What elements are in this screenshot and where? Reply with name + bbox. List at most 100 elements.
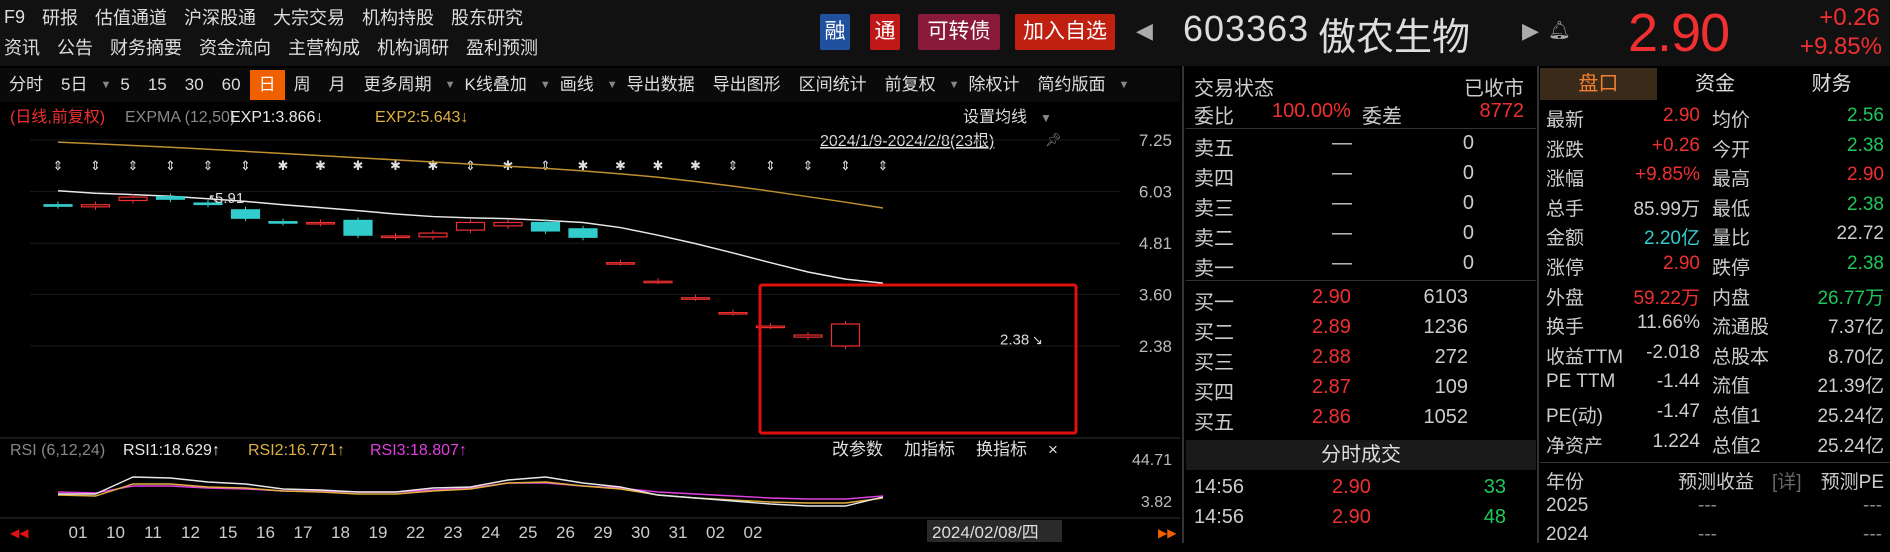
event-marker-icon[interactable]: ⇕ [53, 158, 64, 173]
nav-item[interactable]: 机构持股 [362, 4, 434, 30]
orderbook-row[interactable]: 14:56 2.90 48 [1194, 504, 1534, 534]
orderbook-row[interactable]: 买三 2.88 272 [1194, 344, 1534, 374]
event-marker-icon[interactable]: ⇕ [840, 158, 851, 173]
kline-chart-area[interactable]: (日线,前复权) EXPMA (12,50) EXP1:3.866↓ EXP2:5.6… [0, 102, 1180, 543]
candle[interactable] [680, 297, 711, 300]
orderbook-row[interactable]: 委比 100.00% 委差 8772 [1194, 98, 1534, 128]
candle[interactable] [793, 334, 823, 338]
nav-item[interactable]: F9 [4, 7, 25, 28]
forecast-detail-link[interactable]: [详] [1772, 467, 1802, 494]
candle[interactable] [343, 219, 373, 236]
toolbar-item[interactable]: 15 [139, 70, 176, 100]
toolbar-item[interactable]: 导出数据 [618, 70, 704, 100]
orderbook-row[interactable]: 买四 2.87 109 [1194, 374, 1534, 404]
quote-tab[interactable]: 资金 [1657, 68, 1774, 100]
rsi-button[interactable]: × [1048, 440, 1058, 459]
orderbook-row[interactable]: 卖五 — 0 [1194, 130, 1534, 160]
orderbook-row[interactable]: 卖四 — 0 [1194, 160, 1534, 190]
rsi-button[interactable]: 加指标 [904, 440, 955, 459]
event-marker-icon[interactable]: ⇕ [240, 158, 251, 173]
orderbook-row[interactable]: 买一 2.90 6103 [1194, 284, 1534, 314]
chevron-down-icon[interactable]: ▼ [607, 79, 618, 91]
nav-item[interactable]: 资金流向 [199, 34, 271, 60]
convertible-bond-button[interactable]: 可转债 [918, 14, 1000, 50]
candle[interactable] [455, 221, 486, 231]
add-watchlist-button[interactable]: 加入自选 [1015, 14, 1115, 50]
event-marker-icon[interactable]: ✱ [653, 158, 664, 173]
nav-item[interactable]: 估值通道 [95, 4, 167, 30]
toolbar-item[interactable]: 30 [176, 70, 213, 100]
quote-tab[interactable]: 盘口 [1540, 68, 1657, 100]
event-marker-icon[interactable]: ⇕ [765, 158, 776, 173]
event-marker-icon[interactable]: ⇕ [540, 158, 551, 173]
rsi-button[interactable]: 换指标 [976, 440, 1027, 459]
event-marker-icon[interactable]: ⇕ [90, 158, 101, 173]
event-marker-icon[interactable]: ⇕ [165, 158, 176, 173]
candle[interactable] [568, 228, 598, 238]
orderbook-row[interactable]: 买五 2.86 1052 [1194, 404, 1534, 434]
event-marker-icon[interactable]: ✱ [315, 158, 326, 173]
candle[interactable] [80, 204, 111, 208]
scroll-left-icon[interactable]: ◀◀ [10, 526, 29, 540]
candle[interactable] [493, 221, 523, 227]
orderbook-row[interactable]: 14:56 2.90 33 [1194, 474, 1534, 504]
chevron-down-icon[interactable]: ▼ [1040, 111, 1052, 125]
tong-badge[interactable]: 通 [870, 14, 900, 50]
chevron-down-icon[interactable]: ▼ [445, 79, 456, 91]
nav-item[interactable]: 公告 [57, 34, 93, 60]
rsi-button[interactable]: 改参数 [832, 440, 883, 459]
nav-item[interactable]: 主营构成 [288, 34, 360, 60]
orderbook-row[interactable]: 卖一 — 0 [1194, 250, 1534, 280]
event-marker-icon[interactable]: ✱ [428, 158, 439, 173]
toolbar-item[interactable]: 除权计 [960, 70, 1029, 100]
event-marker-icon[interactable]: ⇕ [465, 158, 476, 173]
nav-item[interactable]: 大宗交易 [273, 4, 345, 30]
candle[interactable] [155, 196, 186, 200]
nav-item[interactable]: 股东研究 [451, 4, 523, 30]
nav-item[interactable]: 盈利预测 [466, 34, 538, 60]
nav-item[interactable]: 沪深股通 [184, 4, 256, 30]
nav-item[interactable]: 机构调研 [377, 34, 449, 60]
scroll-right-icon[interactable]: ▶▶ [1158, 526, 1177, 540]
candle[interactable] [43, 204, 73, 207]
toolbar-item[interactable]: 5日 [52, 70, 96, 100]
event-marker-icon[interactable]: ⇕ [128, 158, 139, 173]
toolbar-item[interactable]: 分时 [0, 70, 52, 100]
event-marker-icon[interactable]: ✱ [353, 158, 364, 173]
toolbar-item[interactable]: 月 [320, 70, 355, 100]
nav-item[interactable]: 财务摘要 [110, 34, 182, 60]
chevron-down-icon[interactable]: ▼ [1119, 79, 1130, 91]
nav-item[interactable]: 研报 [42, 4, 78, 30]
chevron-down-icon[interactable]: ▼ [949, 79, 960, 91]
toolbar-item[interactable]: 5 [111, 70, 138, 100]
orderbook-row[interactable]: 卖三 — 0 [1194, 190, 1534, 220]
chevron-down-icon[interactable]: ▼ [100, 79, 111, 91]
kline-svg[interactable]: (日线,前复权) EXPMA (12,50)EXP1:3.866↓ EXP2:5.6… [0, 102, 1180, 543]
candle[interactable] [830, 323, 861, 347]
bell-icon[interactable]: 🔔︎ [1548, 20, 1571, 41]
toolbar-item[interactable]: 导出图形 [704, 70, 790, 100]
toolbar-item[interactable]: 日 [249, 70, 285, 100]
orderbook-row[interactable]: 卖二 — 0 [1194, 220, 1534, 250]
prev-stock-icon[interactable]: ◀ [1136, 18, 1153, 44]
orderbook-row[interactable]: 交易状态 已收市 [1194, 70, 1534, 100]
candle[interactable] [230, 209, 261, 219]
orderbook-row[interactable]: 买二 2.89 1236 [1194, 314, 1534, 344]
toolbar-item[interactable]: 更多周期 [355, 70, 441, 100]
next-stock-icon[interactable]: ▶ [1522, 18, 1539, 44]
toolbar-item[interactable]: K线叠加 [455, 70, 535, 100]
event-marker-icon[interactable]: ✱ [615, 158, 626, 173]
rong-badge[interactable]: 融 [820, 14, 850, 50]
event-marker-icon[interactable]: ⇕ [878, 158, 889, 173]
candle[interactable] [268, 221, 298, 224]
nav-item[interactable]: 资讯 [4, 34, 40, 60]
toolbar-item[interactable]: 60 [213, 70, 250, 100]
ma-setting-button[interactable]: 设置均线 [963, 108, 1027, 126]
toolbar-item[interactable]: 画线 [551, 70, 603, 100]
quote-tab[interactable]: 财务 [1773, 68, 1890, 100]
candle[interactable] [380, 235, 411, 239]
candle[interactable] [605, 262, 636, 265]
candle[interactable] [305, 221, 336, 225]
toolbar-item[interactable]: 周 [285, 70, 320, 100]
chevron-down-icon[interactable]: ▼ [540, 79, 551, 91]
